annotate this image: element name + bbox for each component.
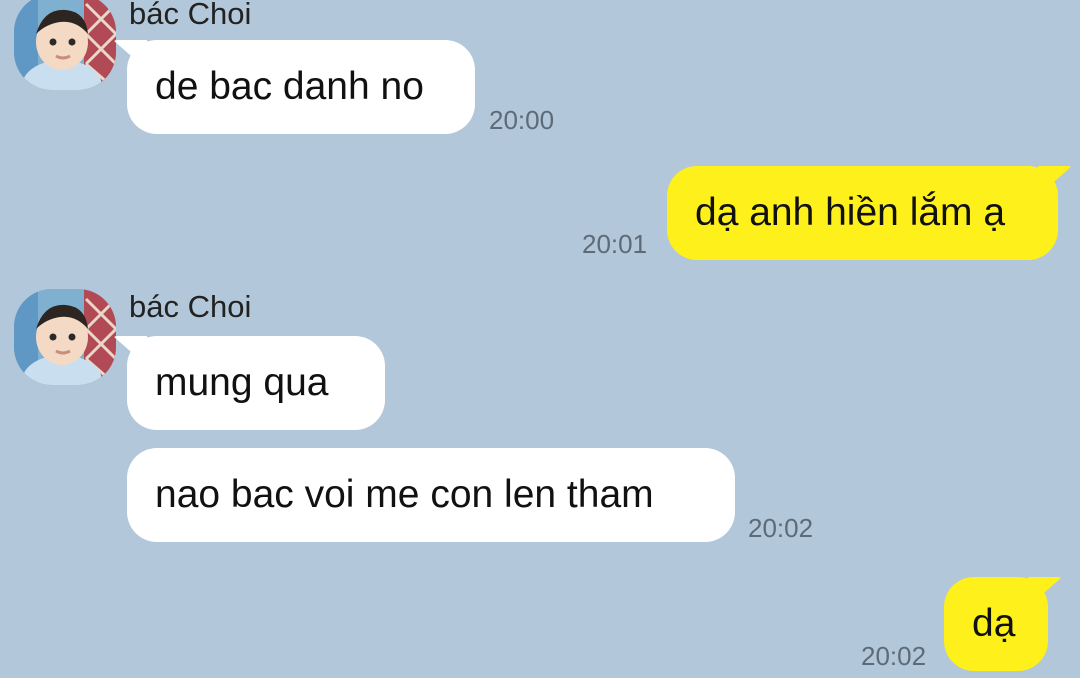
- incoming-message-bubble[interactable]: mung qua: [127, 336, 385, 430]
- message-timestamp: 20:01: [582, 229, 648, 259]
- outgoing-message-bubble[interactable]: dạ: [944, 577, 1048, 671]
- incoming-message-bubble[interactable]: de bac danh no: [127, 40, 475, 134]
- baby-avatar-icon: [14, 0, 116, 90]
- sender-name: bác Choi: [129, 289, 252, 324]
- chat-message-list[interactable]: bác Choi de bac danh no 20:00 dạ anh hiề…: [0, 0, 1080, 678]
- message-timestamp: 20:02: [748, 513, 814, 543]
- message-timestamp: 20:00: [489, 105, 555, 135]
- message-timestamp: 20:02: [861, 641, 927, 671]
- incoming-message-bubble[interactable]: nao bac voi me con len tham: [127, 448, 735, 542]
- baby-avatar-icon: [14, 289, 116, 385]
- sender-avatar[interactable]: [14, 0, 116, 90]
- sender-avatar[interactable]: [14, 289, 116, 385]
- outgoing-message-bubble[interactable]: dạ anh hiền lắm ạ: [667, 166, 1058, 260]
- sender-name: bác Choi: [129, 0, 252, 31]
